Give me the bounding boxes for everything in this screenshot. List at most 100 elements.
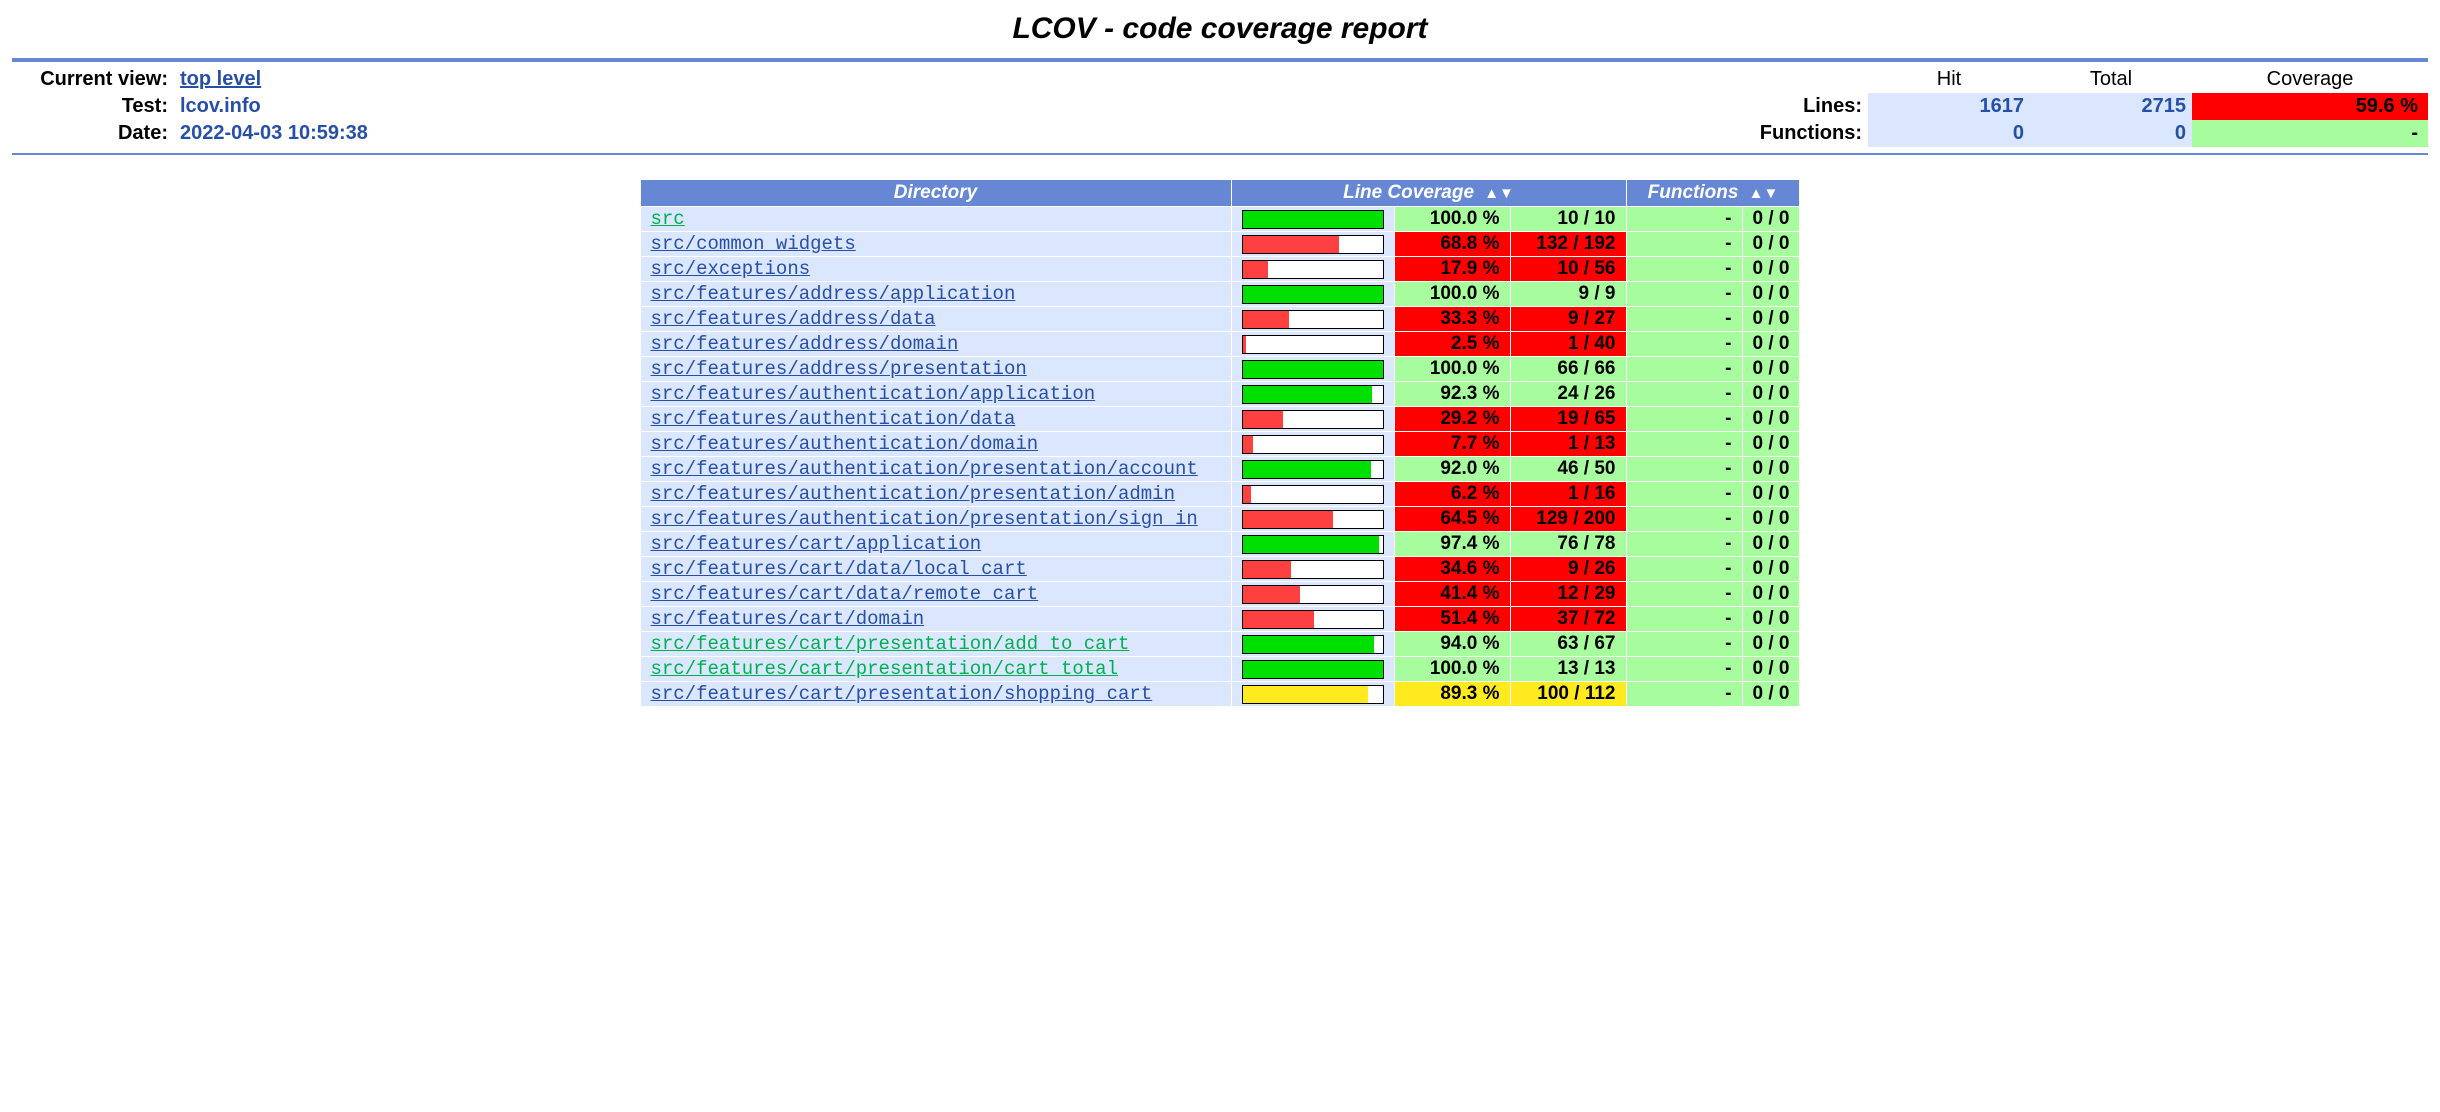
func-count: 0 / 0	[1743, 532, 1800, 556]
coverage-bar	[1242, 435, 1384, 454]
line-pct: 7.7 %	[1395, 432, 1510, 456]
coverage-bar-fill	[1243, 661, 1383, 678]
coverage-bar	[1242, 335, 1384, 354]
coverage-bar-fill	[1243, 686, 1368, 703]
line-pct: 97.4 %	[1395, 532, 1510, 556]
func-pct: -	[1627, 557, 1742, 581]
table-row: src/features/cart/presentation/cart_tota…	[641, 657, 1800, 681]
func-pct: -	[1627, 457, 1742, 481]
directory-link[interactable]: src/exceptions	[651, 258, 811, 280]
bar-cell	[1232, 282, 1394, 306]
line-pct: 94.0 %	[1395, 632, 1510, 656]
col-directory[interactable]: Directory	[641, 180, 1231, 206]
col-line-coverage[interactable]: Line Coverage ▲▼	[1232, 180, 1626, 206]
table-row: src/features/cart/presentation/add_to_ca…	[641, 632, 1800, 656]
coverage-bar-fill	[1243, 261, 1268, 278]
line-count: 9 / 27	[1511, 307, 1626, 331]
line-pct: 2.5 %	[1395, 332, 1510, 356]
line-count: 12 / 29	[1511, 582, 1626, 606]
bar-cell	[1232, 657, 1394, 681]
line-count: 19 / 65	[1511, 407, 1626, 431]
bar-cell	[1232, 582, 1394, 606]
coverage-bar	[1242, 685, 1384, 704]
line-pct: 100.0 %	[1395, 357, 1510, 381]
dir-cell: src	[641, 207, 1231, 231]
func-pct: -	[1627, 657, 1742, 681]
directory-link[interactable]: src/features/cart/presentation/add_to_ca…	[651, 633, 1130, 655]
func-count: 0 / 0	[1743, 232, 1800, 256]
directory-link[interactable]: src/features/authentication/presentation…	[651, 508, 1198, 530]
func-pct: -	[1627, 382, 1742, 406]
line-pct: 33.3 %	[1395, 307, 1510, 331]
label-lines: Lines:	[1666, 93, 1868, 120]
coverage-bar-fill	[1243, 311, 1290, 328]
line-count: 66 / 66	[1511, 357, 1626, 381]
dir-cell: src/features/cart/application	[641, 532, 1231, 556]
directory-link[interactable]: src/features/cart/presentation/shopping_…	[651, 683, 1153, 705]
table-row: src/features/address/application100.0 %9…	[641, 282, 1800, 306]
directory-link[interactable]: src/features/address/data	[651, 308, 936, 330]
line-pct: 6.2 %	[1395, 482, 1510, 506]
line-count: 13 / 13	[1511, 657, 1626, 681]
dir-cell: src/common_widgets	[641, 232, 1231, 256]
link-top-level[interactable]: top level	[180, 68, 261, 90]
directory-link[interactable]: src/features/cart/domain	[651, 608, 925, 630]
line-pct: 92.3 %	[1395, 382, 1510, 406]
func-count: 0 / 0	[1743, 457, 1800, 481]
directory-link[interactable]: src/features/cart/data/local_cart	[651, 558, 1027, 580]
dir-cell: src/features/cart/domain	[641, 607, 1231, 631]
func-pct: -	[1627, 507, 1742, 531]
func-pct: -	[1627, 682, 1742, 706]
coverage-bar	[1242, 610, 1384, 629]
func-count: 0 / 0	[1743, 307, 1800, 331]
directory-link[interactable]: src/features/address/presentation	[651, 358, 1027, 380]
directory-link[interactable]: src/features/authentication/data	[651, 408, 1016, 430]
dir-cell: src/features/authentication/domain	[641, 432, 1231, 456]
table-row: src100.0 %10 / 10-0 / 0	[641, 207, 1800, 231]
coverage-bar	[1242, 410, 1384, 429]
line-count: 37 / 72	[1511, 607, 1626, 631]
func-count: 0 / 0	[1743, 557, 1800, 581]
coverage-bar-fill	[1243, 386, 1372, 403]
functions-hit: 0	[1868, 120, 2030, 147]
func-pct: -	[1627, 307, 1742, 331]
func-pct: -	[1627, 207, 1742, 231]
func-pct: -	[1627, 482, 1742, 506]
directory-link[interactable]: src	[651, 208, 685, 230]
bar-cell	[1232, 457, 1394, 481]
report-root: LCOV - code coverage report Current view…	[0, 0, 2440, 719]
directory-link[interactable]: src/features/authentication/presentation…	[651, 458, 1198, 480]
coverage-bar-fill	[1243, 511, 1333, 528]
lines-coverage: 59.6 %	[2192, 93, 2428, 120]
coverage-bar-fill	[1243, 361, 1383, 378]
directory-link[interactable]: src/features/authentication/application	[651, 383, 1096, 405]
table-row: src/features/cart/presentation/shopping_…	[641, 682, 1800, 706]
coverage-bar-fill	[1243, 486, 1252, 503]
col-functions[interactable]: Functions ▲▼	[1627, 180, 1800, 206]
func-count: 0 / 0	[1743, 382, 1800, 406]
table-row: src/features/cart/application 97.4 %76 / …	[641, 532, 1800, 556]
functions-total: 0	[2030, 120, 2192, 147]
directory-link[interactable]: src/features/authentication/presentation…	[651, 483, 1176, 505]
line-count: 76 / 78	[1511, 532, 1626, 556]
func-count: 0 / 0	[1743, 632, 1800, 656]
line-pct: 17.9 %	[1395, 257, 1510, 281]
table-row: src/features/authentication/data29.2 %19…	[641, 407, 1800, 431]
coverage-bar	[1242, 210, 1384, 229]
lines-hit: 1617	[1868, 93, 2030, 120]
directory-link[interactable]: src/common_widgets	[651, 233, 856, 255]
coverage-bar	[1242, 660, 1384, 679]
func-count: 0 / 0	[1743, 407, 1800, 431]
dir-cell: src/exceptions	[641, 257, 1231, 281]
directory-link[interactable]: src/features/cart/application	[651, 533, 982, 555]
dir-cell: src/features/authentication/application	[641, 382, 1231, 406]
line-pct: 41.4 %	[1395, 582, 1510, 606]
directory-link[interactable]: src/features/cart/presentation/cart_tota…	[651, 658, 1118, 680]
line-pct: 92.0 %	[1395, 457, 1510, 481]
func-count: 0 / 0	[1743, 332, 1800, 356]
directory-link[interactable]: src/features/cart/data/remote_cart	[651, 583, 1039, 605]
directory-link[interactable]: src/features/authentication/domain	[651, 433, 1039, 455]
table-row: src/features/cart/data/remote_cart 41.4 %…	[641, 582, 1800, 606]
directory-link[interactable]: src/features/address/application	[651, 283, 1016, 305]
directory-link[interactable]: src/features/address/domain	[651, 333, 959, 355]
